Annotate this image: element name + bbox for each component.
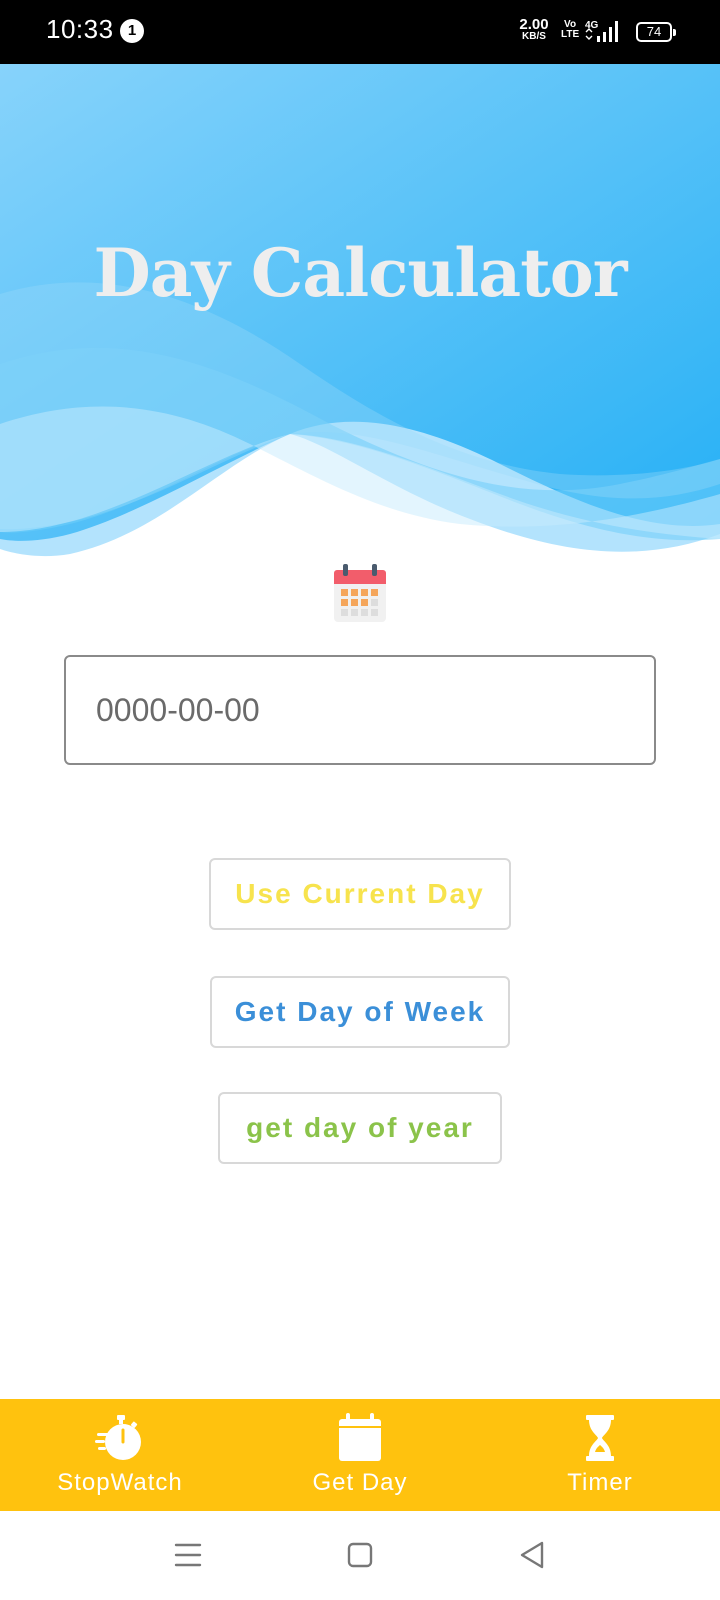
nav-item-stopwatch[interactable]: StopWatch	[0, 1399, 240, 1511]
header-banner: Day Calculator	[0, 64, 720, 584]
volte-icon: Vo LTE	[561, 20, 579, 40]
network-speed: 2.00 KB/S	[517, 17, 551, 42]
calendar-nav-icon	[335, 1413, 385, 1463]
status-time: 10:33	[46, 14, 114, 44]
network-type: 4G	[585, 20, 599, 31]
get-day-of-week-button[interactable]: Get Day of Week	[210, 976, 510, 1048]
nav-item-get-day[interactable]: Get Day	[240, 1399, 480, 1511]
network-speed-value: 2.00	[519, 16, 549, 33]
use-current-day-button[interactable]: Use Current Day	[209, 858, 511, 930]
nav-item-timer[interactable]: Timer	[480, 1399, 720, 1511]
get-day-of-year-button[interactable]: get day of year	[218, 1092, 502, 1164]
notification-badge: 1	[120, 19, 144, 43]
date-field	[64, 655, 656, 765]
nav-label-stopwatch: StopWatch	[57, 1469, 183, 1496]
battery-icon: 74	[636, 22, 676, 42]
battery-level: 74	[646, 24, 662, 39]
menu-icon[interactable]	[166, 1533, 210, 1577]
date-input[interactable]	[96, 657, 636, 763]
hourglass-icon	[575, 1413, 625, 1463]
signal-icon: 4G	[585, 18, 625, 48]
system-navigation-bar	[0, 1511, 720, 1600]
stopwatch-icon	[95, 1413, 145, 1463]
nav-label-get-day: Get Day	[312, 1469, 408, 1496]
wave-background	[0, 64, 720, 557]
nav-label-timer: Timer	[567, 1469, 633, 1496]
calendar-icon[interactable]	[332, 562, 388, 624]
volte-bottom: LTE	[561, 29, 580, 40]
home-icon[interactable]	[338, 1533, 382, 1577]
status-bar: 10:33 1 2.00 KB/S Vo LTE 4G 74	[0, 0, 720, 64]
network-speed-unit: KB/S	[522, 31, 546, 42]
bottom-navigation: StopWatch Get Day Timer	[0, 1399, 720, 1511]
app-title: Day Calculator	[93, 234, 628, 312]
back-icon[interactable]	[510, 1533, 554, 1577]
